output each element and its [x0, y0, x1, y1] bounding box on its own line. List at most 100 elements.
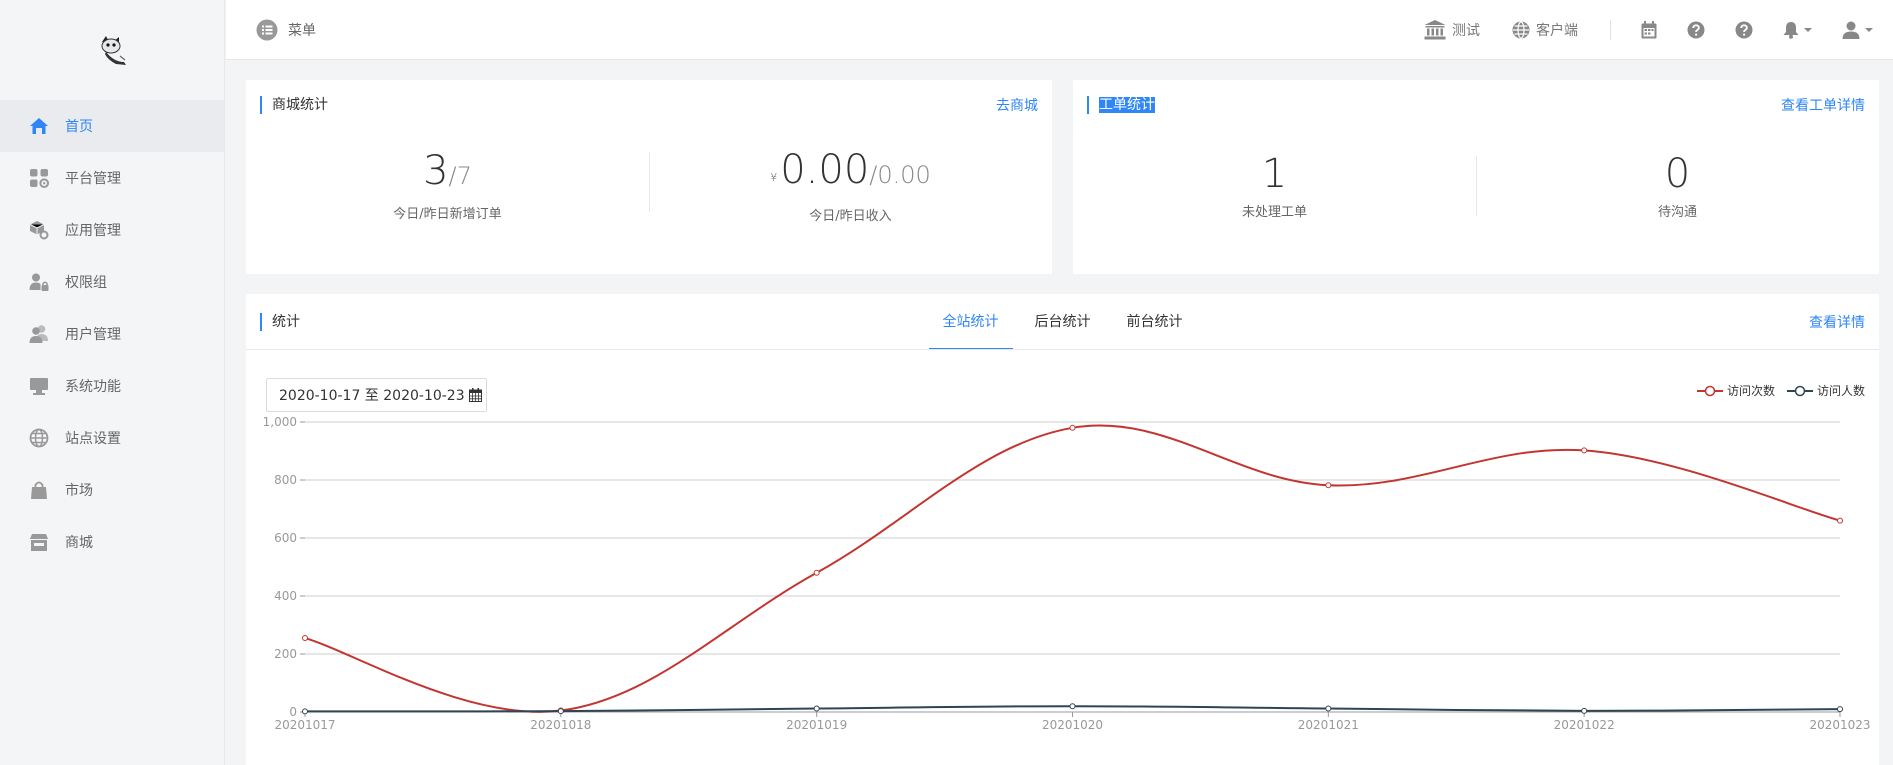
bag-icon — [28, 479, 50, 501]
income-stat: ¥0.00/0.00 今日/昨日收入 — [649, 147, 1052, 224]
legend-item-visits[interactable]: 访问次数 — [1696, 382, 1775, 399]
client-link-label: 客户端 — [1536, 22, 1578, 39]
go-to-mall-link[interactable]: 去商城 — [996, 95, 1038, 115]
income-today: 0.00 — [780, 146, 870, 193]
test-link[interactable]: 测试 — [1424, 19, 1480, 40]
user-lock-icon — [28, 271, 50, 293]
home-icon — [28, 115, 50, 137]
income-yesterday: /0.00 — [869, 160, 931, 189]
view-details-link[interactable]: 查看详情 — [1809, 312, 1865, 332]
sidebar-item-system[interactable]: 系统功能 — [0, 360, 224, 412]
sidebar-item-platform[interactable]: 平台管理 — [0, 152, 224, 204]
data-point — [302, 635, 308, 642]
x-tick-label: 20201021 — [1298, 718, 1359, 732]
notifications-dropdown[interactable] — [1783, 21, 1812, 39]
card-title: 统计 — [260, 312, 300, 331]
sidebar-item-apps[interactable]: 应用管理 — [0, 204, 224, 256]
x-tick-label: 20201018 — [530, 718, 591, 732]
sidebar-item-label: 权限组 — [65, 275, 107, 291]
chevron-down-icon — [1865, 27, 1873, 32]
card-header: 统计 查看详情 — [246, 294, 1879, 350]
legend-line-marker — [1696, 385, 1723, 396]
legend-line-marker — [1786, 385, 1813, 396]
globe-icon — [28, 427, 50, 449]
card-title-text: 工单统计 — [1099, 97, 1155, 113]
bank-icon — [1424, 19, 1446, 40]
data-point — [1069, 703, 1076, 710]
y-tick-label: 0 — [289, 705, 297, 719]
data-point — [813, 705, 820, 712]
series-line-1 — [304, 705, 1841, 713]
data-point — [1325, 482, 1332, 489]
date-range-picker[interactable]: 2020-10-17 至 2020-10-23 — [266, 378, 487, 412]
sidebar-item-label: 平台管理 — [65, 171, 121, 187]
chevron-down-icon — [1804, 27, 1812, 32]
date-range-value: 2020-10-17 至 2020-10-23 — [279, 388, 465, 404]
test-link-label: 测试 — [1452, 22, 1480, 39]
pending-label: 待沟通 — [1657, 204, 1697, 220]
x-tick-label: 20201017 — [274, 718, 335, 732]
data-point — [1069, 424, 1076, 431]
legend-item-visitors[interactable]: 访问人数 — [1786, 382, 1865, 399]
view-ticket-details-link[interactable]: 查看工单详情 — [1781, 95, 1865, 115]
mall-stats-card: 商城统计 去商城 3/7 今日/昨日新增订单 ¥0.00/0.00 今日/昨日收… — [246, 80, 1052, 274]
data-point — [1325, 705, 1332, 712]
x-tick-label: 20201022 — [1554, 718, 1615, 732]
card-title: 商城统计 — [260, 96, 328, 114]
top-header: 菜单 测试 客户端 — [226, 0, 1893, 60]
sidebar-item-label: 应用管理 — [65, 223, 121, 239]
orders-today: 3 — [423, 148, 449, 194]
visits-line-chart: 0 200 400 600 800 1,000 20201017 20201018 202010… — [263, 415, 1871, 732]
x-tick-label: 20201023 — [1809, 718, 1870, 732]
client-link[interactable]: 客户端 — [1512, 20, 1578, 40]
monitor-icon — [28, 375, 50, 397]
y-tick-label: 600 — [274, 531, 297, 545]
question-circle-icon — [1735, 21, 1753, 38]
y-tick-label: 400 — [274, 589, 297, 603]
data-point — [1837, 517, 1843, 524]
help-button-2[interactable] — [1735, 21, 1753, 39]
sidebar-item-home[interactable]: 首页 — [0, 100, 224, 152]
statistics-card: 全站统计 后台统计 前台统计 统计 查看详情 2020-10-17 至 2020… — [246, 294, 1879, 765]
orders-label: 今日/昨日新增订单 — [393, 207, 502, 222]
income-value: ¥0.00/0.00 — [649, 147, 1052, 201]
income-label: 今日/昨日收入 — [809, 208, 892, 224]
user-dropdown[interactable] — [1842, 21, 1873, 39]
bell-icon — [1783, 21, 1799, 39]
x-tick-label: 20201019 — [786, 718, 847, 732]
data-point — [1837, 706, 1843, 713]
y-tick-label: 800 — [274, 473, 297, 487]
calendar-button[interactable] — [1641, 20, 1657, 39]
cat-logo-icon — [101, 36, 126, 65]
question-circle-icon — [1687, 21, 1705, 38]
sidebar-item-users[interactable]: 用户管理 — [0, 308, 224, 360]
orders-yesterday: /7 — [448, 162, 472, 190]
menu-toggle-button[interactable]: 菜单 — [256, 19, 316, 41]
ticket-stats: 1 未处理工单 0 待沟通 — [1073, 130, 1879, 240]
menu-label: 菜单 — [288, 22, 316, 39]
logo[interactable] — [0, 0, 224, 100]
unprocessed-label: 未处理工单 — [1241, 204, 1307, 220]
data-point — [557, 708, 564, 715]
data-point — [1581, 707, 1588, 714]
sidebar-item-label: 首页 — [65, 119, 93, 135]
help-button[interactable] — [1687, 21, 1705, 39]
sidebar-nav: 首页 平台管理 应用管理 权限组 用户管理 系统功能 站点设置 市场 商城 — [0, 100, 224, 568]
card-header: 工单统计 查看工单详情 — [1073, 80, 1879, 130]
pending-value: 0 — [1664, 150, 1691, 197]
data-point — [1581, 447, 1588, 454]
series-line-0 — [304, 424, 1841, 713]
chart-legend: 访问次数 访问人数 — [1685, 382, 1865, 399]
unprocessed-stat: 1 未处理工单 — [1073, 151, 1476, 220]
header-divider — [1610, 19, 1611, 40]
sidebar-item-mall[interactable]: 商城 — [0, 516, 224, 568]
legend-label: 访问人数 — [1816, 384, 1865, 398]
sidebar-item-site-settings[interactable]: 站点设置 — [0, 412, 224, 464]
orders-stat: 3/7 今日/昨日新增订单 — [246, 148, 649, 222]
legend-label: 访问次数 — [1726, 384, 1775, 398]
sidebar-item-permissions[interactable]: 权限组 — [0, 256, 224, 308]
sidebar-item-market[interactable]: 市场 — [0, 464, 224, 516]
apps-gear-icon — [28, 167, 50, 189]
y-tick-label: 200 — [274, 647, 297, 661]
box-gear-icon — [28, 219, 50, 241]
